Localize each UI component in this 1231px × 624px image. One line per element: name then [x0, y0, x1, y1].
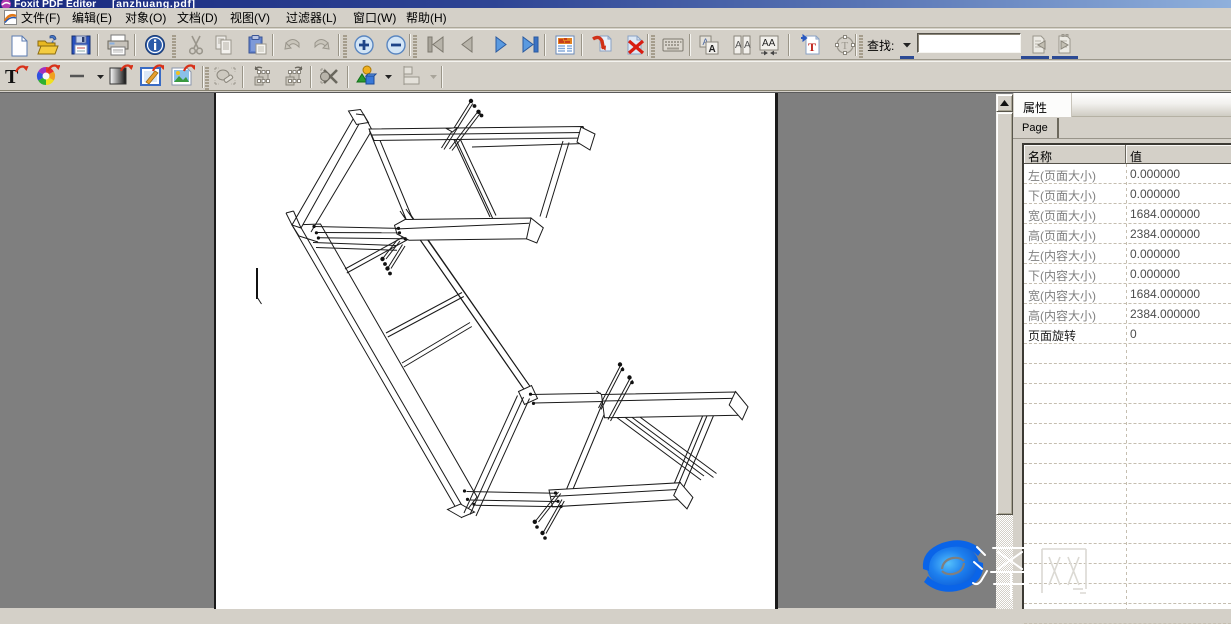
svg-text:A: A [735, 40, 742, 51]
svg-text:T: T [842, 40, 849, 52]
svg-text:A: A [744, 40, 751, 51]
svg-text:T: T [808, 40, 816, 54]
svg-text:A: A [709, 44, 716, 55]
svg-text:AA: AA [762, 38, 776, 49]
